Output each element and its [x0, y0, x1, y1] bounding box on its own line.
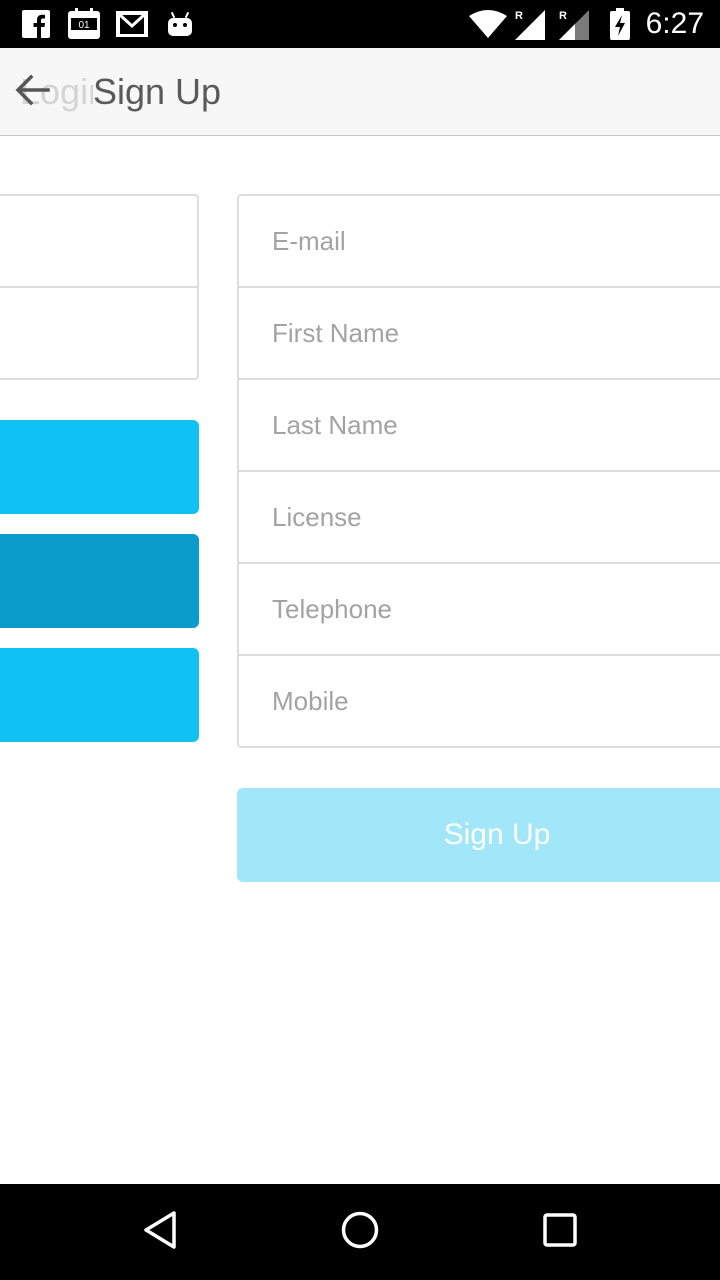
previous-screen-panel — [0, 136, 200, 1184]
signup-button[interactable]: Sign Up — [237, 788, 720, 882]
gmail-icon — [114, 8, 150, 40]
nav-home-button[interactable] — [336, 1208, 384, 1256]
status-bar: 01 R R 6:27 — [0, 0, 720, 48]
recents-square-icon — [542, 1212, 578, 1253]
signal-roaming-icon-2: R — [556, 8, 590, 40]
mobile-field-row — [239, 656, 720, 746]
login-button[interactable] — [0, 420, 199, 514]
nav-recents-button[interactable] — [536, 1208, 584, 1256]
login-field[interactable] — [0, 196, 197, 288]
telephone-field-row — [239, 564, 720, 656]
first-name-field-row — [239, 288, 720, 380]
facebook-icon — [22, 8, 50, 40]
arrow-back-icon — [14, 74, 50, 111]
status-time: 6:27 — [645, 7, 704, 40]
calendar-icon: 01 — [66, 8, 102, 40]
license-field[interactable] — [272, 501, 692, 533]
toolbar: Login Sign Up — [0, 48, 720, 136]
wifi-icon — [468, 8, 508, 40]
login-button[interactable] — [0, 534, 199, 628]
android-icon — [166, 8, 194, 40]
nav-back-button[interactable] — [136, 1208, 184, 1256]
last-name-field-row — [239, 380, 720, 472]
system-nav-bar — [0, 1184, 720, 1280]
home-circle-icon — [340, 1210, 380, 1255]
page-title: Sign Up — [93, 70, 228, 114]
svg-text:R: R — [559, 10, 567, 22]
login-fields-group — [0, 194, 199, 380]
back-button[interactable] — [8, 68, 56, 116]
battery-charging-icon — [608, 8, 632, 40]
svg-text:01: 01 — [78, 20, 90, 31]
last-name-field[interactable] — [272, 409, 692, 441]
mobile-field[interactable] — [272, 685, 692, 717]
svg-text:R: R — [515, 10, 523, 22]
signup-button-label: Sign Up — [443, 818, 551, 851]
telephone-field[interactable] — [272, 593, 692, 625]
license-field-row — [239, 472, 720, 564]
signal-roaming-icon: R — [512, 8, 546, 40]
signup-form — [237, 194, 720, 748]
back-triangle-icon — [142, 1210, 178, 1255]
login-button[interactable] — [0, 648, 199, 742]
first-name-field[interactable] — [272, 317, 692, 349]
email-field[interactable] — [272, 225, 692, 257]
email-field-row — [239, 196, 720, 288]
login-field[interactable] — [0, 288, 197, 380]
